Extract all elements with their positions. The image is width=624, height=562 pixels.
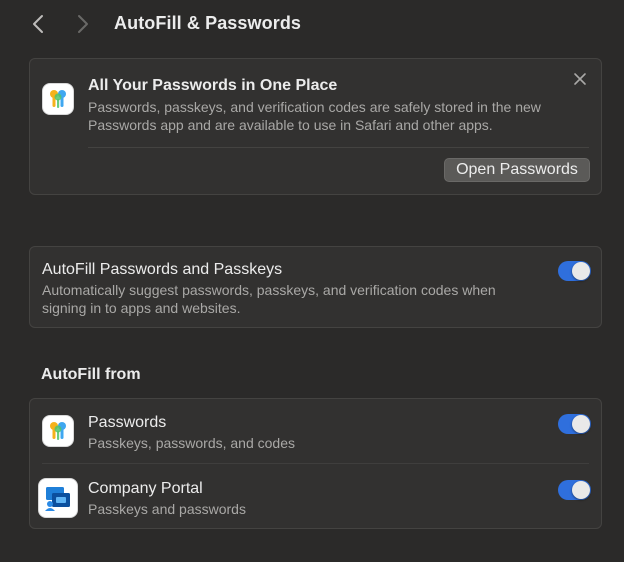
close-promo-button[interactable]	[571, 70, 589, 88]
close-icon	[574, 73, 586, 85]
promo-description: Passwords, passkeys, and verification co…	[88, 99, 541, 133]
source-subtitle: Passkeys, passwords, and codes	[88, 435, 295, 451]
company-portal-icon	[38, 478, 78, 518]
toggle-knob	[572, 481, 590, 499]
autofill-from-label: AutoFill from	[41, 366, 141, 383]
autofill-setting-description: Automatically suggest passwords, passkey…	[42, 282, 496, 316]
open-passwords-button[interactable]: Open Passwords	[444, 158, 590, 182]
passwords-app-icon	[42, 83, 74, 115]
passwords-app-icon	[42, 415, 74, 447]
row-divider	[42, 463, 589, 464]
company-portal-source-toggle[interactable]	[558, 480, 591, 500]
autofill-sources-card: Passwords Passkeys, passwords, and codes…	[29, 398, 602, 529]
forward-button[interactable]	[71, 12, 95, 36]
chevron-right-icon	[78, 15, 88, 33]
source-title: Passwords	[88, 414, 167, 431]
chevron-left-icon	[33, 15, 43, 33]
toggle-knob	[572, 262, 590, 280]
promo-title: All Your Passwords in One Place	[88, 77, 338, 94]
window-title: AutoFill & Passwords	[114, 13, 302, 33]
back-button[interactable]	[26, 12, 50, 36]
toggle-knob	[572, 415, 590, 433]
source-subtitle: Passkeys and passwords	[88, 501, 246, 517]
passwords-source-toggle[interactable]	[558, 414, 591, 434]
autofill-setting-card: AutoFill Passwords and Passkeys Automati…	[29, 246, 602, 328]
toolbar: AutoFill & Passwords	[0, 0, 624, 48]
promo-divider	[88, 147, 589, 148]
source-title: Company Portal	[88, 480, 203, 497]
autofill-passwords-toggle[interactable]	[558, 261, 591, 281]
passwords-promo-card: All Your Passwords in One Place Password…	[29, 58, 602, 195]
autofill-setting-title: AutoFill Passwords and Passkeys	[42, 261, 283, 278]
